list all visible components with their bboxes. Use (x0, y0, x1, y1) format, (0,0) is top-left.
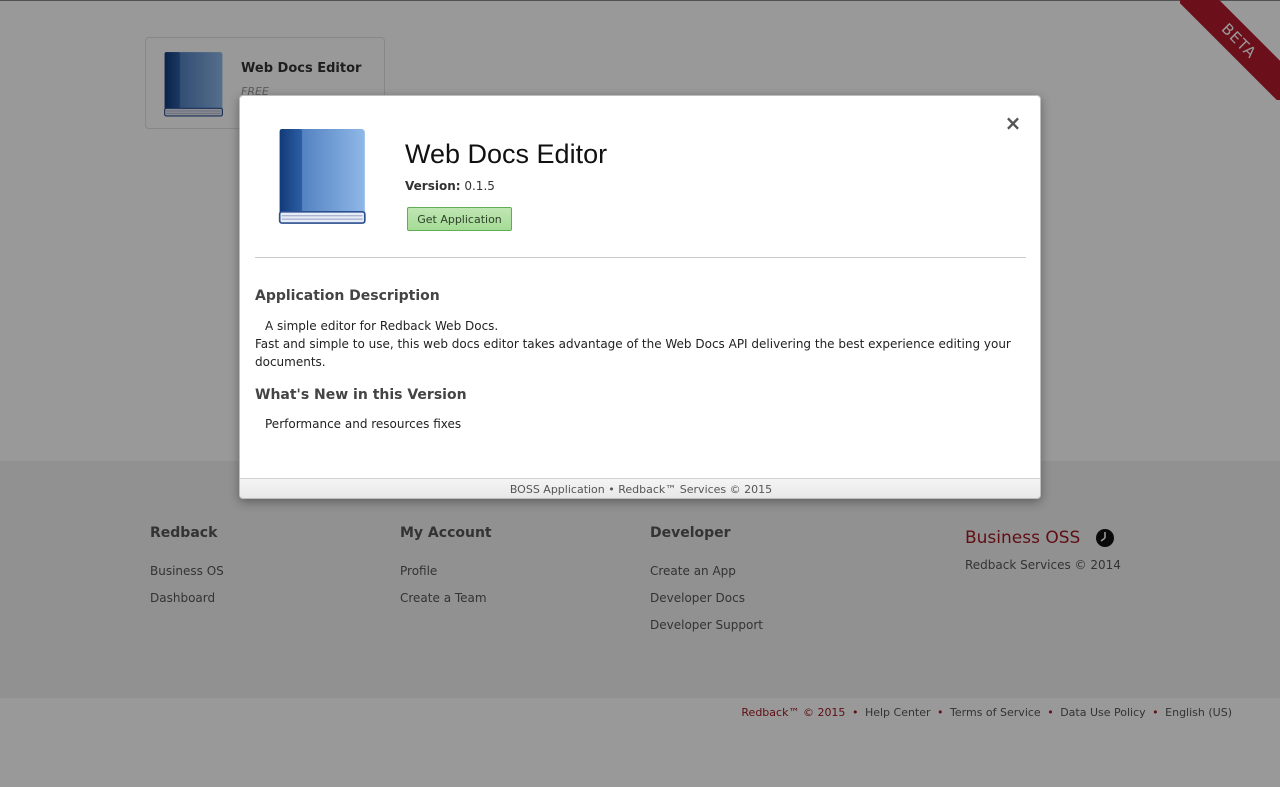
modal-title: Web Docs Editor (405, 139, 608, 169)
modal-divider (255, 257, 1026, 258)
description-text: A simple editor for Redback Web Docs. Fa… (255, 317, 1015, 371)
description-line: A simple editor for Redback Web Docs. (265, 319, 499, 333)
whats-new-text: Performance and resources fixes (265, 417, 462, 431)
version-value: 0.1.5 (464, 179, 495, 193)
book-icon (264, 120, 376, 232)
get-application-button[interactable]: Get Application (407, 207, 512, 231)
modal-footer: BOSS Application • Redback™ Services © 2… (240, 478, 1040, 498)
whats-new-heading: What's New in this Version (255, 387, 467, 403)
description-line: Fast and simple to use, this web docs ed… (255, 337, 1011, 369)
version-info: Version: 0.1.5 (405, 179, 495, 193)
version-label: Version: (405, 179, 461, 193)
description-heading: Application Description (255, 288, 440, 304)
close-icon[interactable]: × (1002, 112, 1024, 134)
app-details-modal: Web Docs Editor Version: 0.1.5 Get Appli… (239, 95, 1041, 499)
